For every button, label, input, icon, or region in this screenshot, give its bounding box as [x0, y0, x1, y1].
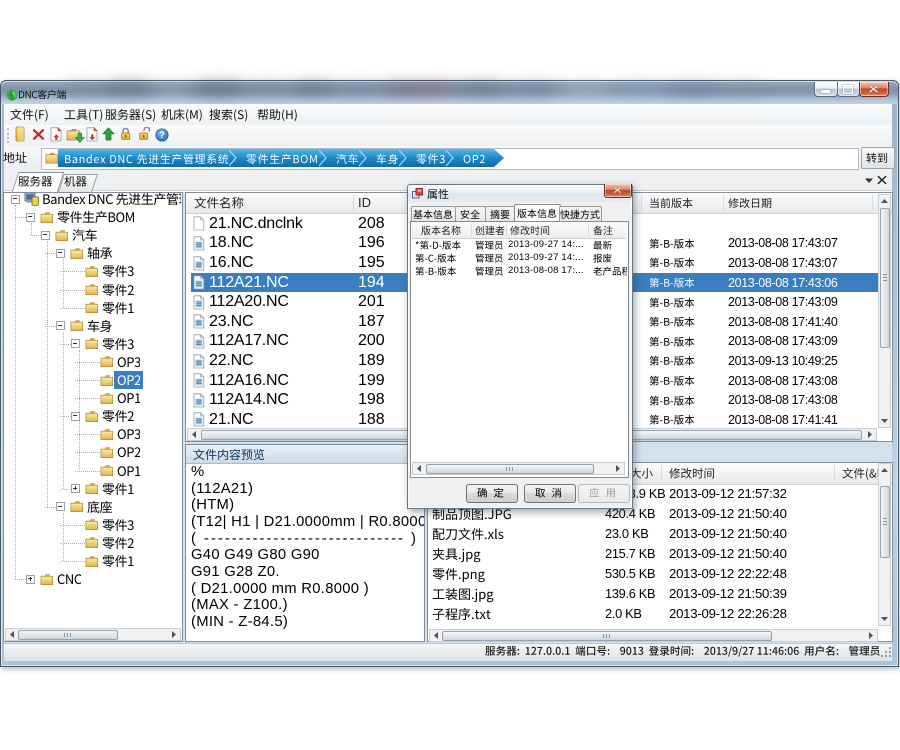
svg-text:?: ?: [159, 130, 165, 140]
